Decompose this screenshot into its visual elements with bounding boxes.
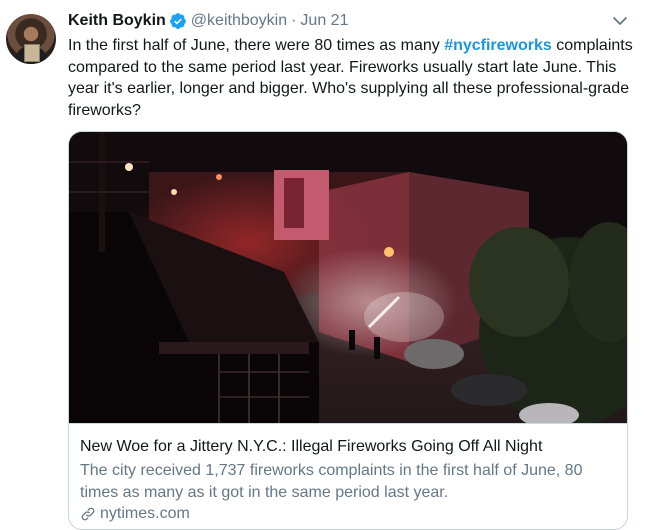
avatar[interactable] bbox=[6, 14, 56, 64]
tweet-text: In the first half of June, there were 80… bbox=[68, 35, 638, 121]
avatar-book bbox=[24, 44, 40, 62]
tweet-text-before: In the first half of June, there were 80… bbox=[68, 37, 445, 54]
tweet-date[interactable]: Jun 21 bbox=[300, 12, 348, 30]
card-image[interactable] bbox=[69, 132, 627, 424]
hashtag-link[interactable]: #nycfireworks bbox=[444, 37, 552, 54]
chevron-down-icon[interactable] bbox=[612, 14, 628, 26]
card-domain[interactable]: nytimes.com bbox=[80, 505, 190, 523]
card-domain-text: nytimes.com bbox=[100, 505, 190, 522]
author-handle[interactable]: @keithboykin bbox=[191, 12, 287, 30]
verified-badge-icon bbox=[169, 12, 187, 30]
separator-dot: · bbox=[291, 12, 297, 29]
display-name[interactable]: Keith Boykin bbox=[68, 12, 166, 30]
card-description: The city received 1,737 fireworks compla… bbox=[80, 462, 583, 501]
link-icon bbox=[80, 506, 96, 522]
link-card[interactable]: New Woe for a Jittery N.Y.C.: Illegal Fi… bbox=[68, 131, 628, 530]
card-title[interactable]: New Woe for a Jittery N.Y.C.: Illegal Fi… bbox=[80, 436, 620, 457]
tweet-header: Keith Boykin @keithboykin · Jun 21 bbox=[68, 10, 348, 32]
tweet[interactable]: Keith Boykin @keithboykin · Jun 21 In th… bbox=[0, 0, 646, 530]
